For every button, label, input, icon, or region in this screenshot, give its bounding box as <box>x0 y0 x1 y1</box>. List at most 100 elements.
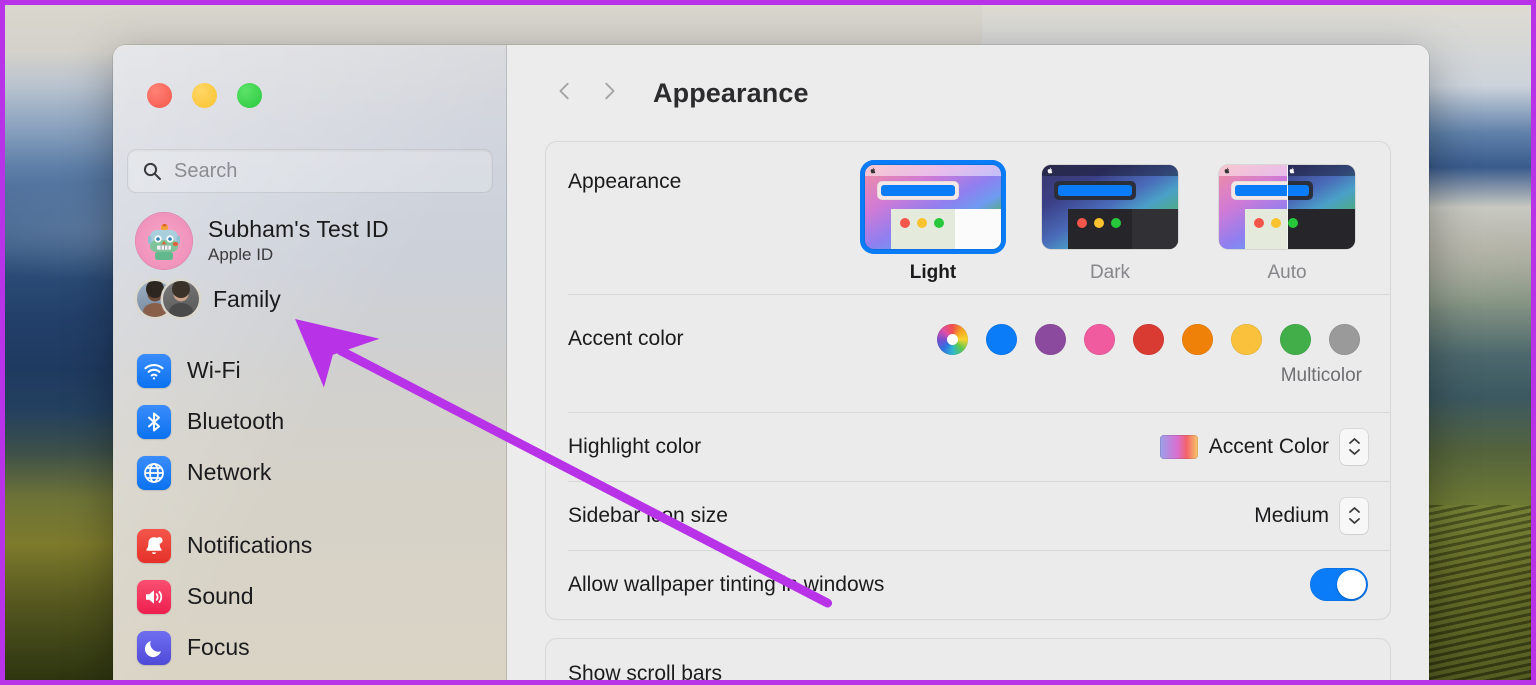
sidebar-item-label: Wi-Fi <box>187 357 241 383</box>
auto-thumbnail <box>1219 165 1355 249</box>
highlight-color-control[interactable]: Accent Color <box>1159 428 1368 465</box>
accent-swatch-green[interactable] <box>1280 323 1311 355</box>
appearance-mode-picker: Light Dark Auto <box>860 160 1368 284</box>
chevron-right-icon <box>598 80 620 107</box>
appearance-mode-light[interactable]: Light <box>860 160 1006 284</box>
appearance-mode-label: Light <box>909 262 957 283</box>
dark-thumbnail <box>1042 165 1178 249</box>
appearance-label: Appearance <box>568 170 682 193</box>
accent-swatch-orange[interactable] <box>1182 323 1213 355</box>
settings-content: Appearance Light Dark Auto Accent color … <box>507 141 1429 685</box>
moon-icon <box>137 630 171 665</box>
bell-icon <box>137 528 171 563</box>
sidebar-icon-size-label: Sidebar icon size <box>568 503 728 527</box>
dark-thumb-wrap <box>1037 160 1183 254</box>
sidebar-icon-size-value: Medium <box>1254 503 1329 527</box>
forward-button[interactable] <box>587 71 631 115</box>
search-field[interactable] <box>127 149 493 193</box>
screenshot-frame: Subham's Test ID Apple ID Family <box>0 0 1536 685</box>
appearance-mode-auto[interactable]: Auto <box>1214 160 1360 284</box>
appearance-mode-label: Dark <box>1089 262 1131 283</box>
chevron-down-icon <box>1348 518 1360 524</box>
scroll-bars-card: Show scroll bars <box>545 638 1391 685</box>
appearance-card: Appearance Light Dark Auto Accent color … <box>545 141 1391 620</box>
sidebar-icon-size-stepper[interactable] <box>1340 497 1368 534</box>
accent-color-row: Accent color Multicolor <box>546 294 1390 412</box>
accent-swatch-red[interactable] <box>1133 323 1164 355</box>
accent-swatch-yellow[interactable] <box>1231 323 1262 355</box>
robot-memoji-avatar <box>135 212 193 270</box>
sidebar-item-focus[interactable]: Focus <box>113 622 506 673</box>
search-input[interactable] <box>174 159 478 183</box>
sidebar-item-family[interactable]: Family <box>113 275 506 323</box>
sidebar-item-network[interactable]: Network <box>113 447 506 498</box>
appearance-mode-dark[interactable]: Dark <box>1037 160 1183 284</box>
wallpaper-tinting-label: Allow wallpaper tinting in windows <box>568 572 885 596</box>
sidebar-item-apple-id[interactable]: Subham's Test ID Apple ID <box>113 207 506 275</box>
sidebar-list: Subham's Test ID Apple ID Family Wi-Fi B… <box>113 207 506 673</box>
accent-swatch-multicolor[interactable] <box>937 323 968 355</box>
appearance-row: Appearance Light Dark Auto <box>546 142 1390 294</box>
accent-color-label: Accent color <box>568 327 684 350</box>
chevron-left-icon <box>554 80 576 107</box>
robot-icon <box>148 224 180 260</box>
sidebar-item-label: Network <box>187 459 272 485</box>
light-thumbnail <box>865 165 1001 249</box>
zoom-button[interactable] <box>237 83 262 108</box>
chevron-down-icon <box>1348 449 1360 455</box>
highlight-color-label: Highlight color <box>568 434 702 458</box>
appearance-mode-label: Auto <box>1267 262 1307 283</box>
sidebar-icon-size-control[interactable]: Medium <box>1254 497 1368 534</box>
family-avatars <box>137 279 199 319</box>
sidebar-item-label: Focus <box>187 634 250 660</box>
auto-light-half <box>1219 165 1287 249</box>
show-scroll-bars-row: Show scroll bars <box>546 639 1390 685</box>
highlight-color-row: Highlight color Accent Color <box>546 412 1390 481</box>
accent-swatch-blue[interactable] <box>986 323 1017 355</box>
apple-id-text: Subham's Test ID Apple ID <box>208 216 389 266</box>
accent-color-caption: Multicolor <box>1280 364 1362 386</box>
sidebar-item-label: Sound <box>187 583 254 609</box>
sidebar: Subham's Test ID Apple ID Family <box>113 45 507 680</box>
accent-color-swatches <box>937 323 1368 355</box>
globe-icon <box>137 455 171 490</box>
highlight-color-value: Accent Color <box>1208 434 1329 458</box>
accent-swatch-purple[interactable] <box>1035 323 1066 355</box>
sidebar-item-sound[interactable]: Sound <box>113 571 506 622</box>
accent-swatch-graphite[interactable] <box>1329 323 1360 355</box>
highlight-color-stepper[interactable] <box>1340 428 1368 465</box>
sidebar-group-system: Notifications Sound Focus <box>113 520 506 673</box>
window-controls <box>147 83 262 108</box>
auto-dark-half <box>1287 165 1355 249</box>
sidebar-item-notifications[interactable]: Notifications <box>113 520 506 571</box>
chevron-up-icon <box>1348 507 1360 513</box>
family-avatar-2 <box>163 281 199 317</box>
show-scroll-bars-label: Show scroll bars <box>568 661 723 685</box>
wallpaper-tinting-toggle[interactable] <box>1310 568 1368 601</box>
auto-thumb-wrap <box>1214 160 1360 254</box>
chevron-up-icon <box>1348 438 1360 444</box>
wallpaper-tinting-row: Allow wallpaper tinting in windows <box>546 550 1390 619</box>
sidebar-item-label: Family <box>213 285 281 312</box>
main-pane: Appearance Appearance Light Dark Auto Ac… <box>507 45 1429 685</box>
highlight-color-swatch <box>1159 434 1198 459</box>
wifi-icon <box>137 353 171 388</box>
sidebar-group-network: Wi-Fi Bluetooth Network <box>113 345 506 498</box>
sidebar-item-bluetooth[interactable]: Bluetooth <box>113 396 506 447</box>
toolbar: Appearance <box>507 45 1429 141</box>
minimize-button[interactable] <box>192 83 217 108</box>
sidebar-item-wifi[interactable]: Wi-Fi <box>113 345 506 396</box>
apple-id-name: Subham's Test ID <box>208 216 389 243</box>
system-settings-window: Subham's Test ID Apple ID Family <box>113 45 1429 685</box>
bluetooth-icon <box>137 404 171 439</box>
apple-id-subtitle: Apple ID <box>208 244 274 264</box>
back-button[interactable] <box>543 71 587 115</box>
search-icon <box>142 161 162 181</box>
sidebar-icon-size-row: Sidebar icon size Medium <box>546 481 1390 550</box>
sidebar-item-label: Bluetooth <box>187 408 285 434</box>
sidebar-item-label: Notifications <box>187 532 313 558</box>
accent-swatch-pink[interactable] <box>1084 323 1115 355</box>
close-button[interactable] <box>147 83 172 108</box>
light-thumb-wrap <box>860 160 1006 254</box>
speaker-wave-icon <box>137 579 171 614</box>
